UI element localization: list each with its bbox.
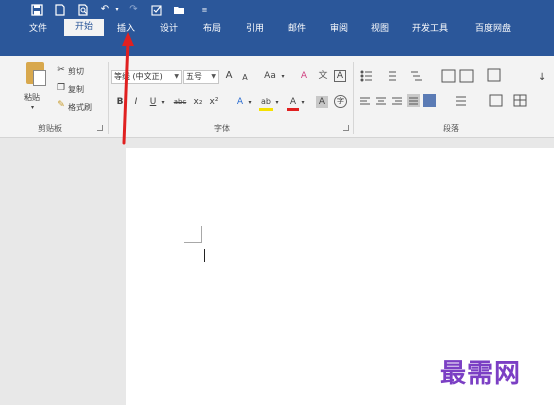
annotation-arrow [122, 32, 134, 145]
watermark-logo: 最需网 [440, 359, 522, 389]
